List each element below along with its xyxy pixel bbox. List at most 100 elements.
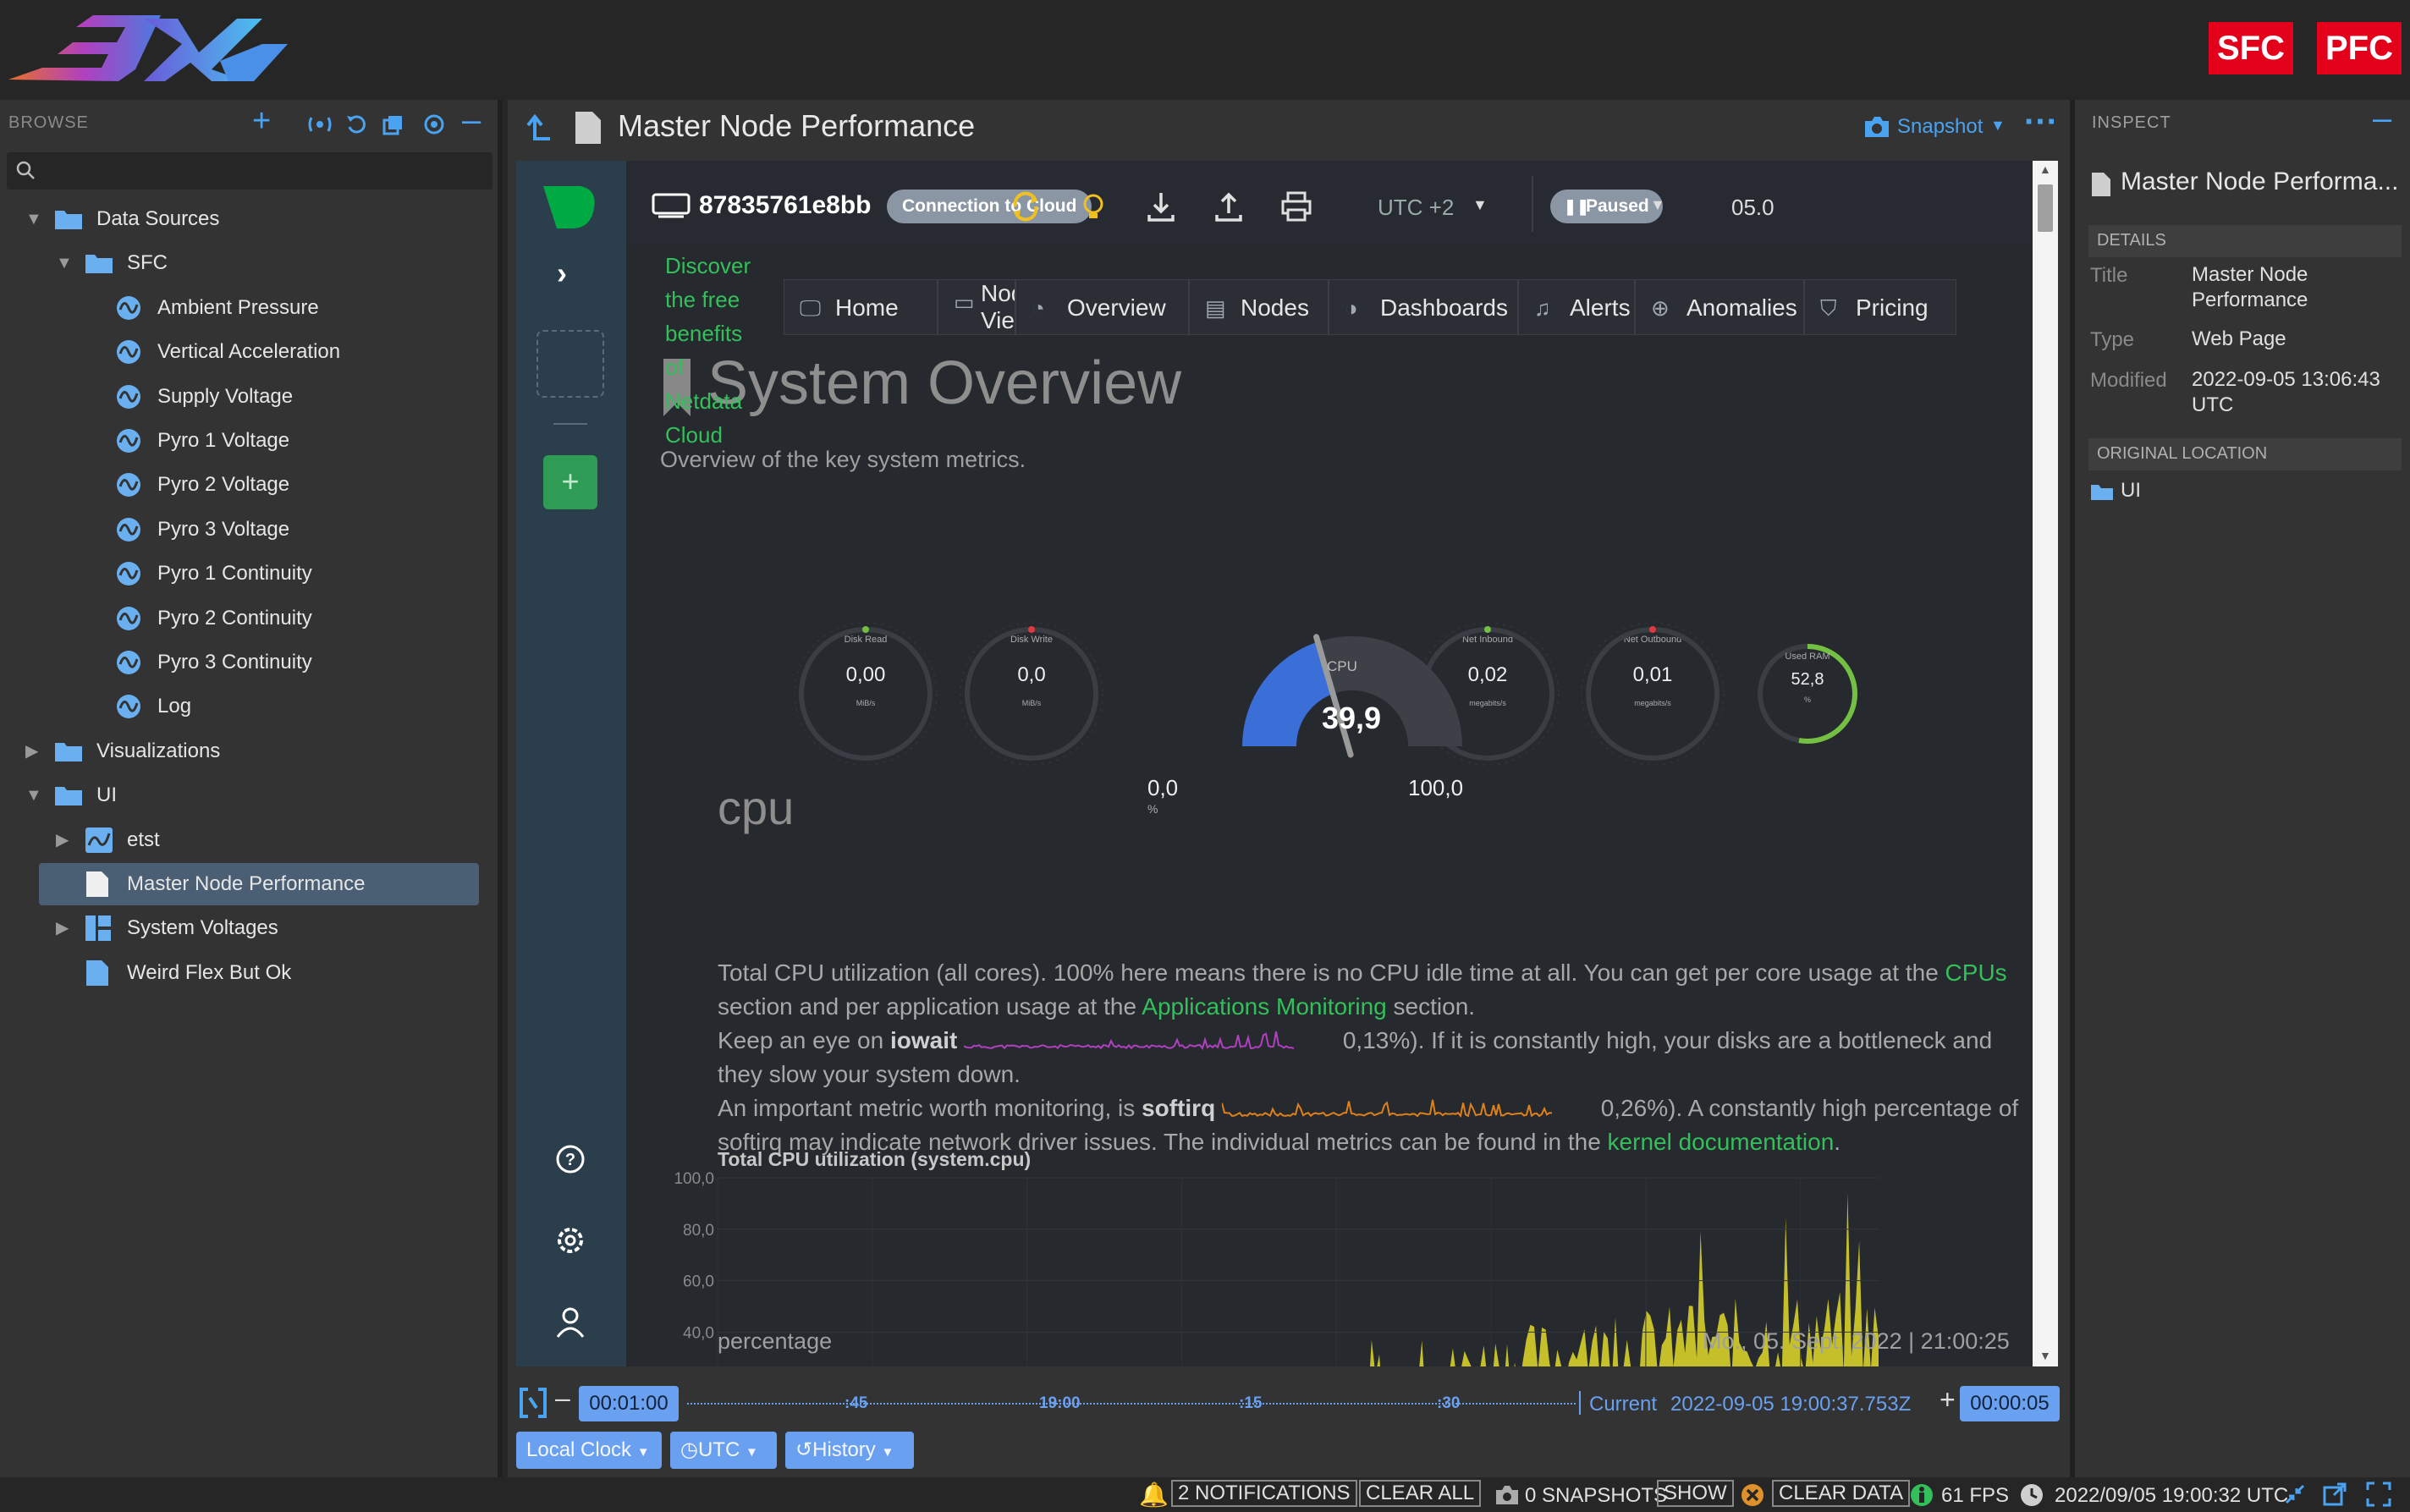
sfc-badge[interactable]: SFC (2209, 22, 2293, 74)
clear-all-button[interactable]: CLEAR ALL (1359, 1480, 1482, 1507)
print-icon[interactable] (1279, 190, 1313, 223)
history-button[interactable]: ↺History ▼ (785, 1432, 914, 1469)
expand-arrow-down-icon[interactable]: ▼ (25, 774, 42, 816)
tree-item[interactable]: ▶ System Voltages (0, 907, 491, 949)
upload-icon[interactable] (1212, 190, 1246, 223)
expand-arrow-down-icon[interactable]: ▼ (25, 198, 42, 240)
expand-arrow-right-icon[interactable]: ▶ (56, 907, 69, 949)
pfc-badge[interactable]: PFC (2317, 22, 2402, 74)
clear-data-button[interactable]: CLEAR DATA (1772, 1480, 1911, 1507)
reload-icon[interactable] (1009, 190, 1043, 223)
tree-item[interactable]: ▼ SFC (0, 242, 491, 284)
chevron-down-icon[interactable]: ▼ (1990, 117, 2006, 135)
content-scrollbar[interactable]: ▲ ▼ (2033, 161, 2058, 1366)
more-options-icon[interactable]: ··· (2024, 103, 2058, 141)
add-space-button[interactable]: + (543, 455, 597, 509)
tree-item[interactable]: Pyro 3 Voltage (0, 509, 491, 551)
paused-chevron-icon[interactable]: ▼ (1650, 196, 1665, 214)
tab-nodes[interactable]: ▤ Nodes (1189, 279, 1329, 335)
tree-item[interactable]: Master Node Performance (39, 863, 479, 905)
tree-item[interactable]: Ambient Pressure (0, 287, 491, 329)
cpus-link[interactable]: CPUs (1945, 959, 2007, 986)
cloud-promo-text[interactable]: Discover the free benefits of Netdata Cloud (665, 249, 751, 452)
tab-alerts[interactable]: ♫ Alerts (1518, 279, 1635, 335)
current-label: Current (1589, 1393, 1658, 1416)
tree-item[interactable]: Pyro 3 Continuity (0, 641, 491, 684)
shrink-icon[interactable] (2283, 1482, 2307, 1506)
tab-home[interactable]: 🖵 Home (784, 279, 938, 335)
sync-icon[interactable] (308, 115, 332, 134)
gauge-indicator (862, 626, 869, 633)
tree-item[interactable]: ▶ Visualizations (0, 730, 491, 772)
up-arrow-icon[interactable] (523, 112, 553, 146)
tree-item[interactable]: Vertical Acceleration (0, 331, 491, 373)
locate-icon[interactable] (423, 113, 445, 135)
notifications-button[interactable]: 2 NOTIFICATIONS (1171, 1480, 1357, 1507)
show-snapshots-button[interactable]: SHOW (1657, 1480, 1734, 1507)
location-link[interactable]: UI (2121, 479, 2141, 503)
tab-dashboards[interactable]: ◑ Dashboards (1329, 279, 1518, 335)
timezone-selector[interactable]: UTC +2 (1378, 195, 1454, 221)
scroll-up-icon[interactable]: ▲ (2039, 162, 2051, 176)
detail-type-key: Type (2090, 328, 2135, 351)
promo-line: benefits (665, 321, 743, 346)
snapshots-count: 0 SNAPSHOTS (1525, 1484, 1668, 1507)
scroll-down-icon[interactable]: ▼ (2039, 1349, 2051, 1362)
duplicate-icon[interactable] (382, 113, 404, 135)
refresh-icon[interactable] (345, 113, 367, 135)
connect-cloud-button[interactable]: Connection to Cloud (887, 190, 1092, 223)
browse-search-input[interactable] (7, 152, 492, 190)
promo-line: Netdata (665, 388, 743, 414)
scroll-thumb[interactable] (2038, 184, 2053, 232)
settings-gear-icon[interactable] (553, 1223, 587, 1257)
tab-anomalies[interactable]: ⊕ Anomalies (1635, 279, 1804, 335)
tree-item[interactable]: Pyro 2 Continuity (0, 597, 491, 640)
tree-item[interactable]: Weird Flex But Ok (0, 952, 491, 994)
local-clock-button[interactable]: Local Clock ▼ (516, 1432, 662, 1469)
help-icon[interactable]: ? (553, 1142, 587, 1176)
user-icon[interactable] (553, 1305, 587, 1339)
paused-button[interactable]: ❚❚ Paused (1550, 190, 1663, 223)
tree-item-label: Log (157, 695, 192, 718)
tree-item[interactable]: Pyro 1 Voltage (0, 420, 491, 462)
fullscreen-icon[interactable] (2366, 1482, 2391, 1507)
tree-item[interactable]: ▼ Data Sources (0, 198, 491, 240)
tab-pricing[interactable]: ⛉ Pricing (1804, 279, 1956, 335)
expand-sidebar-icon[interactable]: › (557, 256, 567, 291)
offset-input[interactable]: 00:00:05 (1960, 1386, 2060, 1421)
y-tick-label: 40,0 (683, 1324, 714, 1342)
gauge-ring (799, 627, 933, 761)
download-icon[interactable] (1144, 190, 1178, 223)
expand-arrow-right-icon[interactable]: ▶ (56, 819, 69, 861)
tree-item[interactable]: Pyro 1 Continuity (0, 553, 491, 595)
add-icon[interactable]: + (252, 103, 271, 140)
new-window-icon[interactable] (2322, 1482, 2347, 1507)
inspect-collapse-icon[interactable]: – (2373, 100, 2391, 138)
space-placeholder[interactable] (536, 330, 604, 398)
cpu-utilization-chart[interactable]: Total CPU utilization (system.cpu)100,0 8… (643, 1014, 1997, 1366)
duration-minus-icon[interactable]: – (555, 1383, 570, 1414)
tree-item[interactable]: Supply Voltage (0, 376, 491, 418)
node-id[interactable]: 87835761e8bb (699, 191, 872, 220)
time-mode-icon[interactable] (518, 1386, 548, 1420)
expand-arrow-down-icon[interactable]: ▼ (56, 242, 73, 284)
offset-plus-icon[interactable]: + (1940, 1384, 1956, 1416)
tree-item[interactable]: ▶ etst (0, 819, 491, 861)
tree-item[interactable]: ▼ UI (0, 774, 491, 816)
lightbulb-icon[interactable] (1076, 190, 1110, 223)
sidebar-divider (553, 423, 587, 425)
camera-icon[interactable] (1863, 115, 1890, 139)
duration-input[interactable]: 00:01:00 (579, 1386, 679, 1421)
inspect-title: INSPECT (2092, 113, 2171, 132)
snapshot-button[interactable]: Snapshot (1897, 115, 1983, 139)
expand-arrow-right-icon[interactable]: ▶ (25, 730, 38, 772)
tree-item[interactable]: Log (0, 685, 491, 728)
timezone-chevron-icon[interactable]: ▼ (1472, 196, 1488, 214)
date-range-display[interactable]: 05.0 (1731, 195, 1774, 221)
tree-item[interactable]: Pyro 2 Voltage (0, 464, 491, 506)
tab-node-view[interactable]: ▭Node View (938, 279, 1015, 335)
collapse-icon[interactable]: – (462, 102, 481, 140)
tab-overview[interactable]: ◔ Overview (1015, 279, 1189, 335)
utc-button[interactable]: ◷UTC ▼ (670, 1432, 777, 1469)
netdata-logo[interactable] (542, 184, 601, 230)
